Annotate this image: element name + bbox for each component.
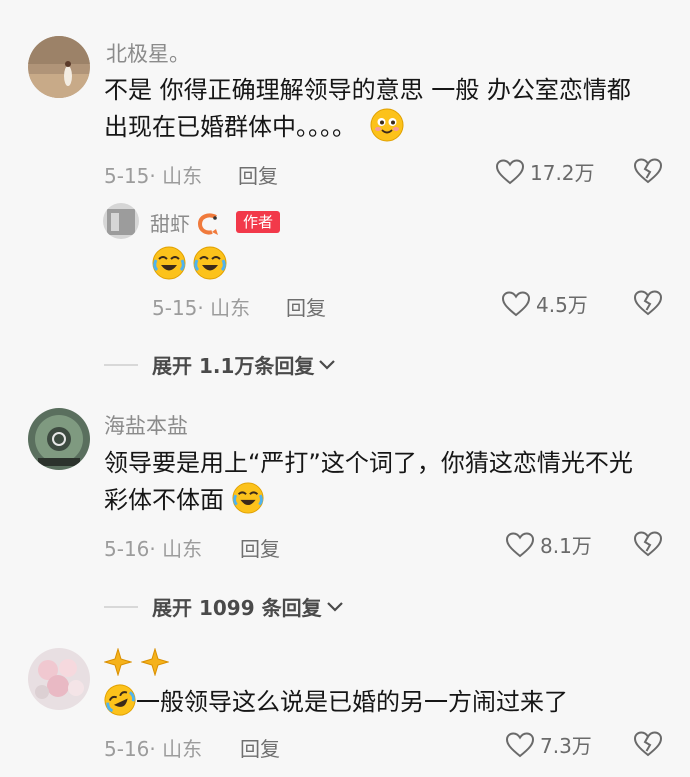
like-button[interactable]: 4.5万 xyxy=(502,289,588,318)
comment-date-location: 5-15· 山东 xyxy=(104,164,203,188)
heart-outline-icon xyxy=(506,731,534,757)
chevron-down-icon xyxy=(319,359,336,370)
avatar-beijixing[interactable] xyxy=(28,36,90,98)
like-count: 7.3万 xyxy=(540,734,592,758)
comment-date-location: 5-16· 山东 xyxy=(104,537,203,561)
shrimp-emoji-icon xyxy=(198,212,219,235)
dislike-button[interactable] xyxy=(633,731,663,761)
comment-text-line: 一般领导这么说是已婚的另一方闹过来了 xyxy=(136,688,568,716)
username-stars[interactable] xyxy=(103,647,170,680)
reply-button[interactable]: 回复 xyxy=(286,292,326,321)
like-button[interactable]: 17.2万 xyxy=(496,157,595,186)
reply-date-location: 5-15· 山东 xyxy=(152,296,251,320)
like-count: 8.1万 xyxy=(540,534,592,558)
avatar-haiyan[interactable] xyxy=(28,408,90,470)
crying-laugh-emoji-icon xyxy=(152,246,186,280)
comment-username[interactable]: 北极星。 xyxy=(106,38,190,68)
sparkle-star-icon xyxy=(103,647,133,677)
heart-outline-icon xyxy=(502,290,530,316)
comment-text: 领导要是用上“严打”这个词了，你猜这恋情光不光 彩体不体面 xyxy=(104,445,674,519)
comment-text-line-2: 彩体不体面 xyxy=(104,482,674,519)
reply-emoji-row xyxy=(152,246,227,280)
divider xyxy=(104,605,138,608)
broken-heart-icon xyxy=(633,290,663,316)
like-button[interactable]: 7.3万 xyxy=(506,730,592,759)
crying-laugh-emoji-icon xyxy=(232,482,264,514)
comment-text: 一般领导这么说是已婚的另一方闹过来了 xyxy=(104,684,674,721)
broken-heart-icon xyxy=(633,531,663,557)
author-badge: 作者 xyxy=(236,211,281,233)
comment-date-location: 5-16· 山东 xyxy=(104,737,203,761)
rolling-laugh-emoji-icon xyxy=(104,684,136,716)
blush-smile-emoji-icon xyxy=(370,108,404,142)
dislike-button[interactable] xyxy=(633,290,663,320)
reply-username[interactable]: 甜虾 xyxy=(150,208,222,237)
expand-replies-label: 展开 1099 条回复 xyxy=(152,596,322,620)
like-button[interactable]: 8.1万 xyxy=(506,530,592,559)
comment-username[interactable]: 海盐本盐 xyxy=(104,410,188,440)
crying-laugh-emoji-icon xyxy=(193,246,227,280)
broken-heart-icon xyxy=(633,731,663,757)
dislike-button[interactable] xyxy=(633,531,663,561)
chevron-down-icon xyxy=(326,601,343,612)
heart-outline-icon xyxy=(496,158,524,184)
like-count: 17.2万 xyxy=(530,161,595,185)
comment-text-line: 不是 你得正确理解领导的意思 一般 办公室恋情都 xyxy=(104,76,631,104)
like-count: 4.5万 xyxy=(536,293,588,317)
avatar-tianxia[interactable] xyxy=(103,203,139,239)
comment-text-line: 彩体不体面 xyxy=(104,486,224,514)
reply-button[interactable]: 回复 xyxy=(238,160,278,189)
expand-replies-button[interactable]: 展开 1.1万条回复 xyxy=(104,350,336,379)
reply-button[interactable]: 回复 xyxy=(240,733,280,762)
divider xyxy=(104,363,138,366)
reply-button[interactable]: 回复 xyxy=(240,533,280,562)
broken-heart-icon xyxy=(633,158,663,184)
expand-replies-button[interactable]: 展开 1099 条回复 xyxy=(104,592,344,621)
comment-text-line: 出现在已婚群体中。。。。 xyxy=(104,113,356,141)
heart-outline-icon xyxy=(506,531,534,557)
comment-text: 不是 你得正确理解领导的意思 一般 办公室恋情都 出现在已婚群体中。。。。 xyxy=(104,72,674,146)
comment-text-line: 领导要是用上“严打”这个词了，你猜这恋情光不光 xyxy=(104,449,633,477)
avatar-flowers[interactable] xyxy=(28,648,90,710)
comment-text-line-2: 出现在已婚群体中。。。。 xyxy=(104,108,674,146)
dislike-button[interactable] xyxy=(633,158,663,188)
sparkle-star-icon xyxy=(140,647,170,677)
expand-replies-label: 展开 1.1万条回复 xyxy=(152,354,315,378)
reply-username-text: 甜虾 xyxy=(150,212,190,236)
